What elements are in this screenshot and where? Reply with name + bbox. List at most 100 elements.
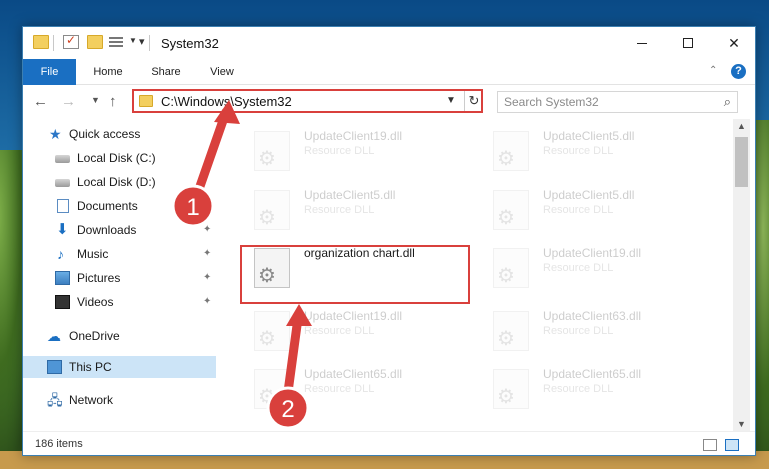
file-name: UpdateClient5.dll [304,188,396,202]
file-type: Resource DLL [543,383,614,395]
sidebar-item-pictures[interactable]: Pictures ✦ [23,267,216,289]
quick-access-arrow-icon[interactable]: ▾ [139,35,145,48]
star-icon: ★ [49,126,62,142]
file-name: UpdateClient63.dll [543,309,642,323]
file-tile[interactable]: ⚙ UpdateClient19.dll Resource DLL [242,303,472,355]
videos-icon [55,295,70,309]
pin-icon[interactable]: ✦ [203,243,211,265]
vertical-scrollbar[interactable]: ▲ ▼ [733,119,750,431]
new-folder-icon[interactable] [87,35,103,49]
sidebar-item-onedrive[interactable]: ☁ OneDrive [23,325,216,347]
scroll-up-icon[interactable]: ▲ [737,121,746,131]
sidebar-item-label: This PC [69,360,112,374]
view-options-icon[interactable] [109,35,127,49]
sidebar-item-local-disk-d[interactable]: Local Disk (D:) [23,171,216,193]
tab-share[interactable]: Share [141,59,191,85]
file-explorer-window: ▼ ▾ System32 ✕ File Home Share View ⌃ ? … [22,26,756,456]
sidebar-item-label: OneDrive [69,329,120,343]
tab-view[interactable]: View [199,59,245,85]
back-button[interactable]: ← [33,93,48,110]
file-tile[interactable]: ⚙ UpdateClient5.dll Resource DLL [481,182,711,234]
ribbon-tabs: File Home Share View ⌃ ? [23,59,755,85]
file-tile[interactable]: ⚙ UpdateClient65.dll Resource DLL [481,361,711,413]
refresh-button[interactable]: ↻ [464,91,483,111]
documents-icon [57,199,69,213]
dll-file-icon: ⚙ [493,311,529,351]
title-bar[interactable]: ▼ ▾ System32 ✕ [23,27,755,59]
sidebar-item-documents[interactable]: Documents [23,195,216,217]
dll-file-icon: ⚙ [493,131,529,171]
sidebar-item-quick-access[interactable]: ★ Quick access [23,123,216,145]
file-tile[interactable]: ⚙ UpdateClient65.dll Resource DLL [242,361,472,413]
tab-home[interactable]: Home [83,59,133,85]
cloud-icon: ☁ [47,328,61,344]
file-tile[interactable]: ⚙ UpdateClient19.dll Resource DLL [481,240,711,292]
scroll-thumb[interactable] [735,137,748,187]
address-path[interactable]: C:\Windows\System32 [161,94,292,109]
sidebar-item-label: Pictures [77,271,121,285]
details-view-icon[interactable] [703,439,717,451]
file-name: UpdateClient19.dll [304,129,403,143]
file-type: Resource DLL [543,325,614,337]
toolbar-separator [53,35,54,51]
sidebar-item-videos[interactable]: Videos ✦ [23,291,216,313]
sidebar-item-downloads[interactable]: ⬇ Downloads ✦ [23,219,216,241]
sidebar-item-label: Local Disk (D:) [77,175,156,189]
properties-check-icon[interactable] [63,33,79,49]
pin-icon[interactable]: ✦ [203,219,211,241]
music-icon: ♪ [57,246,64,262]
sidebar-item-this-pc[interactable]: This PC [23,356,216,378]
sidebar-item-label: Quick access [69,127,141,141]
navigation-pane: ★ Quick access Local Disk (C:) Local Dis… [23,119,216,431]
file-tile[interactable]: ⚙ UpdateClient19.dll Resource DLL [242,123,472,175]
file-tile[interactable]: ⚙ UpdateClient5.dll Resource DLL [242,182,472,234]
large-icons-view-icon[interactable] [725,439,739,451]
folder-icon[interactable] [33,35,49,49]
file-type: Resource DLL [543,204,614,216]
close-button[interactable]: ✕ [711,27,755,59]
maximize-button[interactable] [665,27,711,59]
recent-locations-chevron-icon[interactable]: ▼ [91,95,100,105]
navigation-bar: ← → ▼ ↑ C:\Windows\System32 ▼ ↻ Search S… [23,85,755,119]
file-tile[interactable]: ⚙ UpdateClient63.dll Resource DLL [481,303,711,355]
dll-file-icon: ⚙ [254,369,290,409]
sidebar-item-label: Network [69,393,114,407]
expand-ribbon-chevron-icon[interactable]: ⌃ [709,65,717,76]
file-tile[interactable]: ⚙ UpdateClient5.dll Resource DLL [481,123,711,175]
dll-file-icon: ⚙ [254,190,290,230]
download-icon: ⬇ [56,221,69,238]
file-type: Resource DLL [304,325,375,337]
file-name: UpdateClient5.dll [543,129,635,143]
file-type: Resource DLL [543,145,614,157]
sidebar-item-local-disk-c[interactable]: Local Disk (C:) [23,147,216,169]
dll-file-icon: ⚙ [493,190,529,230]
search-input[interactable]: Search System32 ⌕ [497,91,738,113]
customize-toolbar-chevron-icon[interactable]: ▼ [129,36,137,45]
search-icon[interactable]: ⌕ [724,94,731,110]
window-title: System32 [161,36,219,51]
help-icon[interactable]: ? [731,64,746,79]
status-bar: 186 items [23,431,755,455]
file-name: UpdateClient19.dll [543,246,642,260]
pin-icon[interactable]: ✦ [203,291,211,313]
file-name: UpdateClient65.dll [304,367,403,381]
scroll-down-icon[interactable]: ▼ [737,419,746,429]
file-type: Resource DLL [304,383,375,395]
folder-icon [139,95,153,107]
pictures-icon [55,271,70,285]
disk-icon [55,179,70,187]
minimize-button[interactable] [619,27,665,59]
file-name: UpdateClient65.dll [543,367,642,381]
file-type: Resource DLL [304,145,375,157]
address-bar[interactable]: C:\Windows\System32 ▼ ↻ [132,89,483,113]
sidebar-item-music[interactable]: ♪ Music ✦ [23,243,216,265]
file-name: UpdateClient5.dll [543,188,635,202]
item-count: 186 items [35,438,83,450]
sidebar-item-network[interactable]: 🖧 Network [23,389,216,411]
file-type: Resource DLL [304,204,375,216]
pin-icon[interactable]: ✦ [203,267,211,289]
tab-file[interactable]: File [23,59,76,85]
address-dropdown-icon[interactable]: ▼ [446,95,456,106]
forward-button[interactable]: → [61,93,76,110]
up-button[interactable]: ↑ [109,93,117,110]
